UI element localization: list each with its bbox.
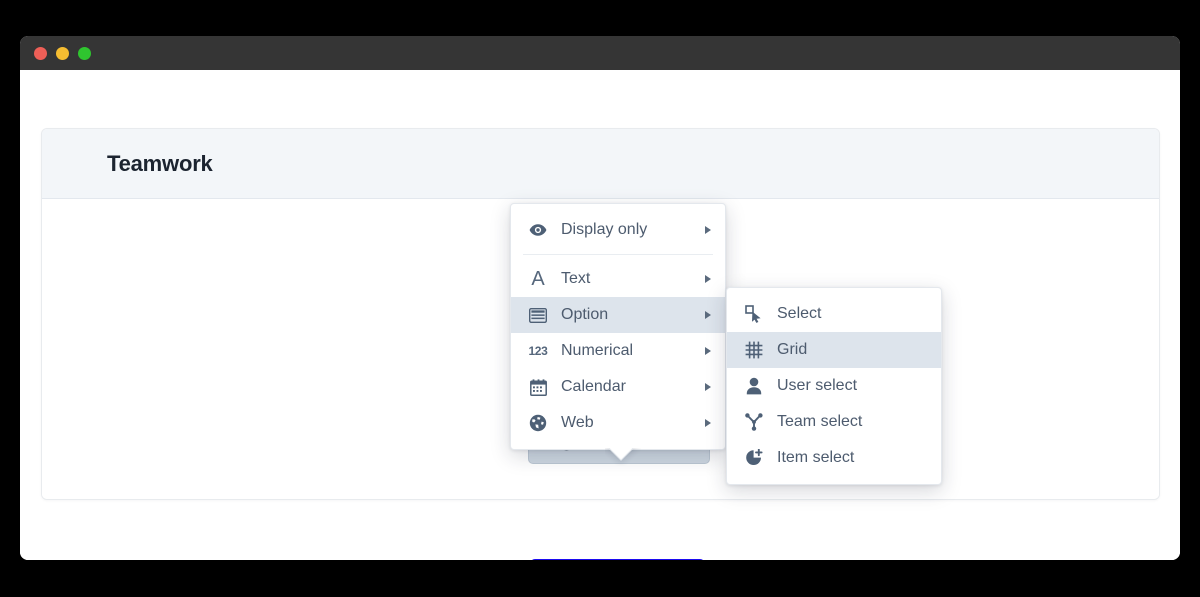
cursor-select-icon: [743, 304, 765, 324]
element-type-menu: Display only A Text Option 123 Numerical…: [510, 203, 726, 450]
grid-icon: [743, 340, 765, 360]
submenu-item-item-select[interactable]: Item select: [727, 440, 941, 476]
section-title: Teamwork: [107, 150, 213, 176]
submenu-item-label: Grid: [777, 341, 808, 358]
browser-window: Teamwork The Add element: [20, 36, 1180, 560]
menu-item-numerical[interactable]: 123 Numerical: [511, 333, 725, 369]
window-maximize-button[interactable]: [78, 46, 91, 60]
option-submenu: Select Grid User select Team select Item…: [726, 287, 942, 485]
eye-icon: [527, 220, 549, 240]
menu-item-option[interactable]: Option: [511, 297, 725, 333]
menu-pointer-tail: [605, 448, 641, 466]
window-titlebar: [20, 36, 1180, 70]
submenu-item-team-select[interactable]: Team select: [727, 404, 941, 440]
submenu-item-label: Team select: [777, 413, 863, 430]
submenu-item-label: Item select: [777, 449, 855, 466]
menu-item-text[interactable]: A Text: [511, 261, 725, 297]
section-header: Teamwork: [42, 129, 1159, 199]
chevron-right-icon: [705, 226, 711, 234]
globe-icon: [527, 413, 549, 433]
window-minimize-button[interactable]: [56, 46, 69, 60]
page-body: Teamwork The Add element: [20, 70, 1180, 560]
chevron-right-icon: [705, 419, 711, 427]
submenu-item-grid[interactable]: Grid: [727, 332, 941, 368]
menu-item-label: Option: [561, 306, 609, 323]
add-section-button[interactable]: Add section: [530, 559, 705, 560]
window-close-button[interactable]: [34, 46, 47, 60]
menu-separator: [523, 254, 713, 255]
menu-item-label: Web: [561, 414, 594, 431]
letter-a-icon: A: [531, 268, 545, 290]
chevron-right-icon: [705, 383, 711, 391]
menu-item-calendar[interactable]: Calendar: [511, 369, 725, 405]
list-rows-icon: [527, 305, 549, 325]
submenu-item-label: User select: [777, 377, 858, 394]
menu-item-label: Display only: [561, 221, 648, 238]
chevron-right-icon: [705, 347, 711, 355]
calendar-icon: [527, 377, 549, 397]
user-icon: [743, 376, 765, 396]
chevron-right-icon: [705, 275, 711, 283]
menu-item-web[interactable]: Web: [511, 405, 725, 441]
team-hierarchy-icon: [743, 412, 765, 432]
submenu-item-label: Select: [777, 305, 822, 322]
menu-item-label: Numerical: [561, 342, 634, 359]
menu-item-label: Calendar: [561, 378, 626, 395]
123-icon: 123: [528, 344, 548, 358]
screenshot-root: Teamwork The Add element: [0, 0, 1200, 597]
item-add-icon: [743, 448, 765, 468]
submenu-item-user-select[interactable]: User select: [727, 368, 941, 404]
menu-item-label: Text: [561, 270, 591, 287]
submenu-item-select[interactable]: Select: [727, 296, 941, 332]
chevron-right-icon: [705, 311, 711, 319]
menu-item-display-only[interactable]: Display only: [511, 212, 725, 248]
